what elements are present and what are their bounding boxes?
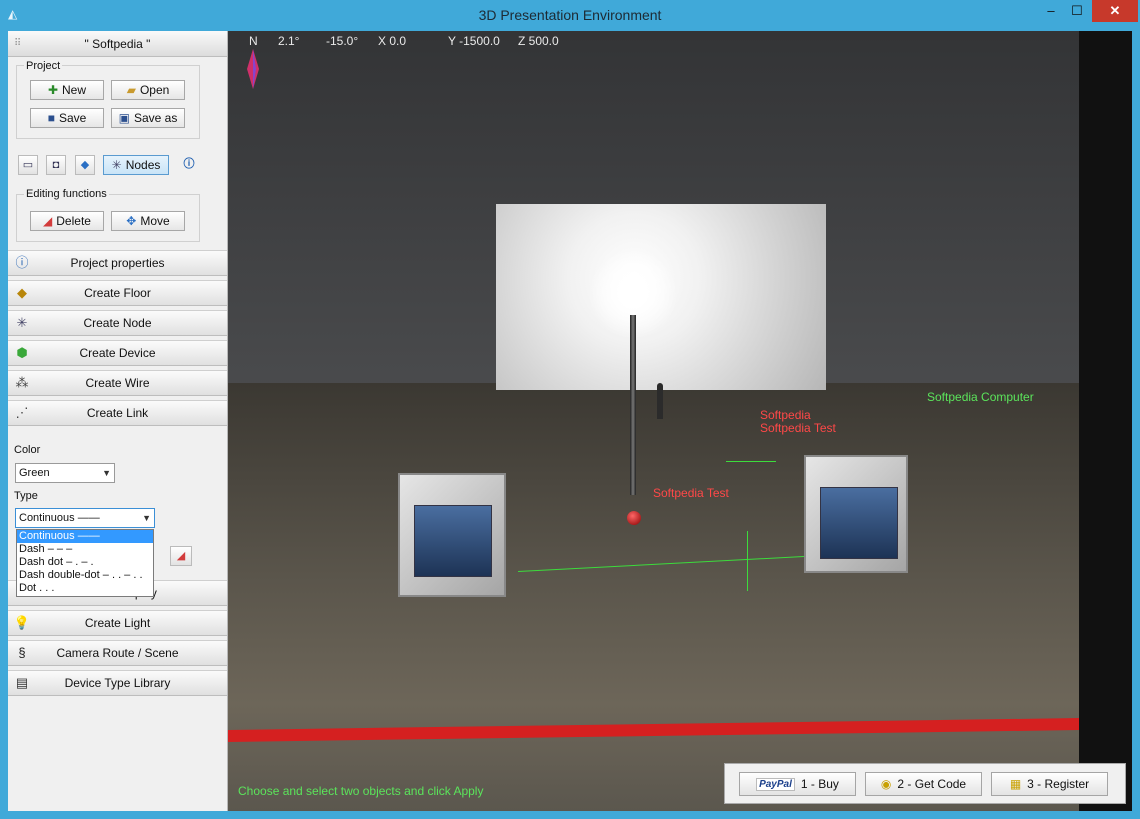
section-create-link[interactable]: ⋰ Create Link: [8, 400, 227, 426]
type-label: Type: [14, 490, 38, 502]
project-group-label: Project: [24, 60, 63, 72]
hud-x: X 0.0: [378, 34, 407, 48]
device-tool-button[interactable]: ◆: [75, 155, 95, 175]
left-panel: ⠿ " Softpedia " Project ✚ New ▰ Open ■ S…: [8, 31, 228, 811]
camera-icon: ◘: [52, 159, 60, 171]
project-header[interactable]: ⠿ " Softpedia ": [8, 31, 227, 57]
device-cube-icon: ⬢: [16, 345, 28, 360]
move-button[interactable]: ✥ Move: [111, 211, 185, 231]
save-button[interactable]: ■ Save: [30, 108, 104, 128]
device-cube-tools[interactable]: [398, 473, 506, 597]
open-button[interactable]: ▰ Open: [111, 80, 185, 100]
new-button[interactable]: ✚ New: [30, 80, 104, 100]
cube-icon: ◆: [80, 159, 90, 171]
eraser-icon: ◢: [176, 550, 186, 562]
get-code-button[interactable]: ◉ 2 - Get Code: [865, 772, 982, 796]
floor-icon: ◆: [17, 285, 27, 300]
type-option-dash[interactable]: Dash – – –: [17, 543, 153, 556]
hud-angle-1: 2.1°: [278, 34, 300, 48]
link-icon: ⋰: [15, 405, 29, 420]
save-as-button[interactable]: ▣ Save as: [111, 108, 185, 128]
chevron-down-icon: ▼: [142, 513, 151, 523]
section-project-properties[interactable]: ⓘ Project properties: [8, 250, 227, 276]
maximize-button[interactable]: ☐: [1064, 0, 1090, 22]
editing-group-label: Editing functions: [24, 188, 109, 200]
label-softpedia-test-1: Softpedia Test: [760, 421, 836, 435]
link-delete-button[interactable]: ◢: [170, 546, 192, 566]
folder-icon: ▰: [126, 83, 136, 97]
label-softpedia: Softpedia: [760, 408, 811, 422]
section-create-wire[interactable]: ⁂ Create Wire: [8, 370, 227, 396]
minimize-button[interactable]: –: [1038, 0, 1064, 22]
project-name: " Softpedia ": [84, 37, 151, 51]
monitor-tool-button[interactable]: ▭: [18, 155, 38, 175]
close-button[interactable]: ✕: [1092, 0, 1138, 22]
computer-texture: [820, 487, 898, 559]
hud-angle-2: -15.0°: [326, 34, 359, 48]
info-icon: ⓘ: [183, 158, 195, 170]
camera-tool-button[interactable]: ◘: [46, 155, 66, 175]
section-create-light[interactable]: 💡 Create Light: [8, 610, 227, 636]
new-file-icon: ✚: [47, 83, 59, 97]
paypal-logo: PayPal: [756, 777, 795, 791]
device-cube-computer[interactable]: [804, 455, 908, 573]
hud-y: Y -1500.0: [448, 34, 500, 48]
label-softpedia-test-2: Softpedia Test: [653, 486, 729, 500]
status-text: Choose and select two objects and click …: [238, 784, 484, 798]
nodes-button[interactable]: ✳ Nodes: [103, 155, 169, 175]
link-line: [726, 461, 776, 462]
small-post[interactable]: [657, 383, 663, 419]
window-frame-right: [1132, 31, 1140, 819]
window-frame-left: [0, 31, 8, 819]
color-label: Color: [14, 444, 41, 456]
section-device-type-library[interactable]: ▤ Device Type Library: [8, 670, 227, 696]
register-button[interactable]: ▦ 3 - Register: [991, 772, 1108, 796]
type-option-dash-dot[interactable]: Dash dot – . – .: [17, 556, 153, 569]
buy-button[interactable]: PayPal 1 - Buy: [739, 772, 856, 796]
delete-button[interactable]: ◢ Delete: [30, 211, 104, 231]
section-create-device[interactable]: ⬢ Create Device: [8, 340, 227, 366]
nodes-icon: ✳: [111, 158, 122, 172]
section-camera-route[interactable]: § Camera Route / Scene: [8, 640, 227, 666]
3d-viewport[interactable]: Softpedia Softpedia Test Softpedia Test …: [228, 31, 1079, 811]
section-create-node[interactable]: ✳ Create Node: [8, 310, 227, 336]
floor-plane: [228, 383, 1079, 811]
chevron-down-icon: ▼: [102, 468, 111, 478]
link-line: [747, 531, 748, 591]
window-title: 3D Presentation Environment: [478, 7, 662, 23]
camera-route-icon: §: [18, 645, 26, 660]
compass-icon: [247, 49, 259, 89]
code-globe-icon: ◉: [880, 777, 892, 791]
register-icon: ▦: [1009, 777, 1022, 791]
type-option-dash-double-dot[interactable]: Dash double-dot – . . – . .: [17, 569, 153, 582]
title-bar: ◭ 3D Presentation Environment – ☐ ✕: [0, 0, 1140, 31]
floppy-pen-icon: ▣: [118, 111, 130, 125]
move-arrows-icon: ✥: [126, 214, 137, 228]
library-icon: ▤: [15, 675, 29, 690]
color-select[interactable]: Green ▼: [15, 463, 115, 483]
monitor-icon: ▭: [22, 159, 34, 171]
eraser-icon: ◢: [43, 214, 53, 228]
window-frame-bottom: [0, 811, 1140, 819]
info-icon: ⓘ: [15, 255, 29, 270]
wire-icon: ⁂: [15, 375, 29, 390]
lamp-pole[interactable]: [630, 315, 636, 495]
section-create-floor[interactable]: ◆ Create Floor: [8, 280, 227, 306]
type-option-dot[interactable]: Dot . . .: [17, 582, 153, 595]
tools-texture: [414, 505, 492, 577]
grip-icon: ⠿: [14, 38, 22, 49]
light-bulb-icon: 💡: [13, 615, 31, 630]
label-softpedia-computer: Softpedia Computer: [927, 390, 1034, 404]
purchase-bar: PayPal 1 - Buy ◉ 2 - Get Code ▦ 3 - Regi…: [724, 763, 1126, 804]
hud-z: Z 500.0: [518, 34, 559, 48]
type-dropdown-list: Continuous —— Dash – – – Dash dot – . – …: [16, 529, 154, 597]
type-select[interactable]: Continuous —— ▼: [15, 508, 155, 528]
floppy-icon: ■: [47, 111, 55, 125]
node-icon: ✳: [16, 315, 28, 330]
node-ball[interactable]: [627, 511, 641, 525]
info-button[interactable]: ⓘ: [179, 155, 199, 175]
type-option-continuous[interactable]: Continuous ——: [17, 530, 153, 543]
hud-north: N: [249, 34, 258, 48]
right-strip: [1079, 31, 1132, 811]
